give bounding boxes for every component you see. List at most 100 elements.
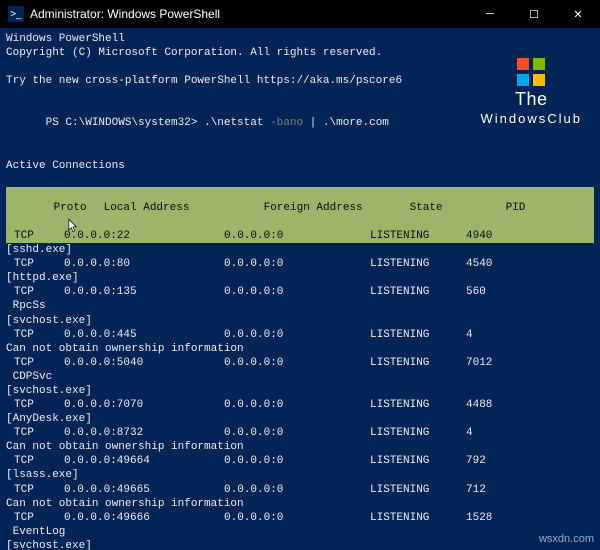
col-pid: PID bbox=[506, 201, 526, 215]
cell-local: 0.0.0.0:5040 bbox=[64, 356, 224, 370]
owner-line: Can not obtain ownership information bbox=[6, 440, 594, 454]
cell-pid: 4540 bbox=[466, 257, 492, 271]
cell-proto: TCP bbox=[14, 328, 64, 342]
titlebar[interactable]: >_ Administrator: Windows PowerShell ─ ☐… bbox=[0, 0, 600, 28]
prompt-path: PS C:\WINDOWS\system32> bbox=[46, 117, 204, 129]
cell-local: 0.0.0.0:7070 bbox=[64, 398, 224, 412]
cell-local: 0.0.0.0:49664 bbox=[64, 454, 224, 468]
connection-row: TCP0.0.0.0:1350.0.0.0:0LISTENING560 bbox=[6, 285, 594, 299]
cell-proto: TCP bbox=[14, 454, 64, 468]
cell-foreign: 0.0.0.0:0 bbox=[224, 483, 370, 497]
owner-line: CDPSvc bbox=[6, 370, 594, 384]
owner-line: Can not obtain ownership information bbox=[6, 497, 594, 511]
cell-state: LISTENING bbox=[370, 356, 466, 370]
owner-line: [AnyDesk.exe] bbox=[6, 412, 594, 426]
cell-foreign: 0.0.0.0:0 bbox=[224, 511, 370, 525]
cell-local: 0.0.0.0:8732 bbox=[64, 426, 224, 440]
cell-state: LISTENING bbox=[370, 511, 466, 525]
cell-proto: TCP bbox=[14, 257, 64, 271]
cell-proto: TCP bbox=[14, 483, 64, 497]
maximize-button[interactable]: ☐ bbox=[512, 0, 556, 28]
cell-local: 0.0.0.0:80 bbox=[64, 257, 224, 271]
cell-pid: 4940 bbox=[466, 229, 492, 243]
connection-row: TCP0.0.0.0:87320.0.0.0:0LISTENING4 bbox=[6, 426, 594, 440]
cell-foreign: 0.0.0.0:0 bbox=[224, 356, 370, 370]
owner-line: [httpd.exe] bbox=[6, 271, 594, 285]
cell-pid: 712 bbox=[466, 483, 486, 497]
terminal-body[interactable]: Windows PowerShell Copyright (C) Microso… bbox=[0, 28, 600, 550]
cmd-pipe: | bbox=[310, 117, 323, 129]
blank-line bbox=[6, 145, 594, 159]
cell-pid: 1528 bbox=[466, 511, 492, 525]
cell-state: LISTENING bbox=[370, 285, 466, 299]
cell-state: LISTENING bbox=[370, 483, 466, 497]
prompt-line: PS C:\WINDOWS\system32> .\netstat -bano … bbox=[6, 102, 594, 144]
cmd-netstat: .\netstat bbox=[204, 117, 263, 129]
cell-foreign: 0.0.0.0:0 bbox=[224, 229, 370, 243]
window-controls: ─ ☐ ✕ bbox=[468, 0, 600, 28]
connection-row: TCP0.0.0.0:496660.0.0.0:0LISTENING1528 bbox=[6, 511, 594, 525]
cell-pid: 4 bbox=[466, 328, 473, 342]
connection-row: TCP0.0.0.0:70700.0.0.0:0LISTENING4488 bbox=[6, 398, 594, 412]
cell-pid: 4488 bbox=[466, 398, 492, 412]
section-header: Active Connections bbox=[6, 159, 594, 173]
cell-proto: TCP bbox=[14, 285, 64, 299]
cell-state: LISTENING bbox=[370, 229, 466, 243]
connection-row: TCP0.0.0.0:50400.0.0.0:0LISTENING7012 bbox=[6, 356, 594, 370]
col-state: State bbox=[410, 201, 506, 215]
cell-proto: TCP bbox=[14, 356, 64, 370]
cell-foreign: 0.0.0.0:0 bbox=[224, 285, 370, 299]
owner-line: [sshd.exe] bbox=[6, 243, 594, 257]
cell-state: LISTENING bbox=[370, 426, 466, 440]
owner-line: EventLog bbox=[6, 525, 594, 539]
minimize-button[interactable]: ─ bbox=[468, 0, 512, 28]
cell-local: 0.0.0.0:49666 bbox=[64, 511, 224, 525]
connection-row: TCP0.0.0.0:4450.0.0.0:0LISTENING4 bbox=[6, 328, 594, 342]
cell-local: 0.0.0.0:22 bbox=[64, 229, 224, 243]
cell-proto: TCP bbox=[14, 229, 64, 243]
connection-row: TCP0.0.0.0:496650.0.0.0:0LISTENING712 bbox=[6, 483, 594, 497]
connection-list: TCP0.0.0.0:220.0.0.0:0LISTENING4940[sshd… bbox=[6, 229, 594, 550]
col-foreign: Foreign Address bbox=[264, 201, 410, 215]
connection-row: TCP0.0.0.0:800.0.0.0:0LISTENING4540 bbox=[6, 257, 594, 271]
cell-pid: 7012 bbox=[466, 356, 492, 370]
powershell-icon: >_ bbox=[8, 6, 24, 22]
cell-foreign: 0.0.0.0:0 bbox=[224, 257, 370, 271]
close-button[interactable]: ✕ bbox=[556, 0, 600, 28]
owner-line: [svchost.exe] bbox=[6, 384, 594, 398]
blank-line bbox=[6, 88, 594, 102]
header-line: Windows PowerShell bbox=[6, 32, 594, 46]
cell-foreign: 0.0.0.0:0 bbox=[224, 328, 370, 342]
cell-state: LISTENING bbox=[370, 454, 466, 468]
cell-proto: TCP bbox=[14, 398, 64, 412]
cell-state: LISTENING bbox=[370, 257, 466, 271]
cell-foreign: 0.0.0.0:0 bbox=[224, 454, 370, 468]
cell-pid: 792 bbox=[466, 454, 486, 468]
window-title: Administrator: Windows PowerShell bbox=[30, 7, 468, 21]
col-proto: Proto bbox=[54, 201, 104, 215]
cell-local: 0.0.0.0:135 bbox=[64, 285, 224, 299]
cell-foreign: 0.0.0.0:0 bbox=[224, 398, 370, 412]
blank-line bbox=[6, 173, 594, 187]
col-local: Local Address bbox=[104, 201, 264, 215]
connection-row: TCP0.0.0.0:496640.0.0.0:0LISTENING792 bbox=[6, 454, 594, 468]
connection-row: TCP0.0.0.0:220.0.0.0:0LISTENING4940 bbox=[6, 229, 594, 243]
cell-pid: 560 bbox=[466, 285, 486, 299]
cmd-flag: -bano bbox=[263, 117, 309, 129]
cell-local: 0.0.0.0:49665 bbox=[64, 483, 224, 497]
cell-foreign: 0.0.0.0:0 bbox=[224, 426, 370, 440]
blank-line bbox=[6, 60, 594, 74]
cell-state: LISTENING bbox=[370, 398, 466, 412]
column-headers: ProtoLocal AddressForeign AddressStatePI… bbox=[6, 187, 594, 229]
cmd-more: .\more.com bbox=[323, 117, 389, 129]
header-line: Try the new cross-platform PowerShell ht… bbox=[6, 74, 594, 88]
header-line: Copyright (C) Microsoft Corporation. All… bbox=[6, 46, 594, 60]
cell-state: LISTENING bbox=[370, 328, 466, 342]
cell-local: 0.0.0.0:445 bbox=[64, 328, 224, 342]
owner-line: [svchost.exe] bbox=[6, 314, 594, 328]
cell-proto: TCP bbox=[14, 511, 64, 525]
owner-line: RpcSs bbox=[6, 299, 594, 313]
powershell-window: >_ Administrator: Windows PowerShell ─ ☐… bbox=[0, 0, 600, 550]
owner-line: [lsass.exe] bbox=[6, 468, 594, 482]
owner-line: Can not obtain ownership information bbox=[6, 342, 594, 356]
